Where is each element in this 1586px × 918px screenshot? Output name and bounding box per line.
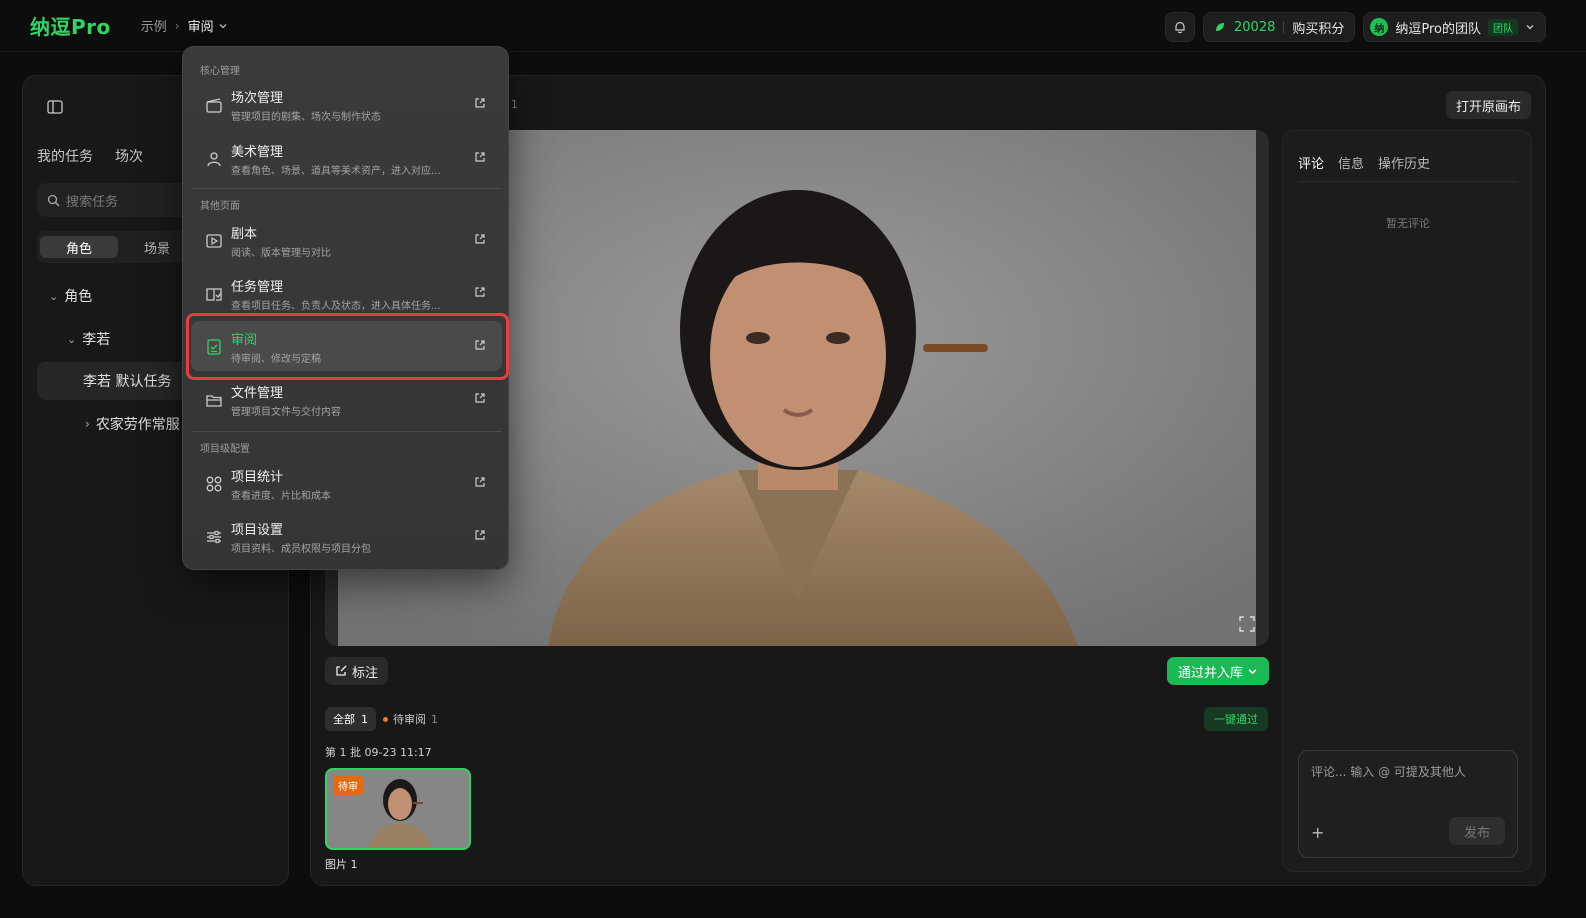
annotate-button[interactable]: 标注 (325, 657, 389, 685)
tree-selected-task[interactable]: 李若 默认任务 (83, 371, 171, 391)
stats-icon (206, 476, 222, 492)
leaf-icon (1216, 23, 1224, 31)
bell-icon (1175, 21, 1185, 34)
buy-points-label: 购买积分 (1292, 21, 1345, 37)
tab-scenes[interactable]: 场次 (115, 146, 143, 166)
pending-dot (383, 716, 388, 722)
user-icon (207, 152, 221, 167)
tree-child[interactable]: › 农家劳作常服 (85, 414, 180, 434)
chevron-down-icon: ⌄ (67, 332, 77, 346)
batch-label: 第 1 批 09-23 11:17 (325, 746, 432, 759)
menu-item-settings[interactable]: 项目设置 项目资料、成员权限与项目分包 (191, 511, 502, 561)
menu-item-scenes[interactable]: 场次管理 管理项目的剧集、场次与制作状态 (191, 79, 502, 129)
search-placeholder: 搜索任务 (66, 194, 119, 210)
left-tabs: 我的任务 场次 (37, 146, 143, 166)
task-icon (206, 288, 222, 301)
external-link-icon (475, 98, 485, 108)
filter-all[interactable]: 全部 1 (325, 707, 376, 731)
top-bar: 纳逗Pro 示例 › 审阅 20028 购买积分 纳 纳逗Pro的团队 团队 (0, 0, 1586, 52)
segment-role[interactable]: 角色 (40, 236, 118, 258)
post-button[interactable]: 发布 (1449, 817, 1505, 845)
section-other: 其他页面 (200, 201, 240, 212)
breadcrumb-root[interactable]: 示例 (141, 16, 167, 35)
points-button[interactable]: 20028 购买积分 (1203, 12, 1356, 42)
menu-item-review[interactable]: 审阅 待审阅、修改与定稿 (191, 321, 502, 371)
image-thumbnail[interactable]: 待审 (325, 768, 471, 850)
sidebar-toggle-icon[interactable] (47, 100, 63, 114)
tab-history[interactable]: 操作历史 (1378, 153, 1430, 172)
comments-panel: 评论 信息 操作历史 暂无评论 评论... 输入 @ 可提及其他人 + 发布 (1282, 130, 1532, 872)
edit-icon (336, 665, 347, 676)
external-link-icon (475, 393, 485, 403)
notification-button[interactable] (1165, 12, 1195, 42)
team-switcher[interactable]: 纳 纳逗Pro的团队 团队 (1363, 12, 1546, 42)
chevron-down-icon: ⌄ (49, 289, 59, 303)
filter-pending[interactable]: 待审阅 1 (383, 707, 438, 731)
approve-all-button[interactable]: 一键通过 (1204, 707, 1268, 731)
open-canvas-button[interactable]: 打开原画布 (1445, 91, 1531, 119)
breadcrumb: 示例 › 审阅 (141, 16, 228, 35)
fullscreen-icon[interactable] (1239, 616, 1255, 632)
approve-and-store-button[interactable]: 通过并入库 (1167, 657, 1269, 685)
clapper-icon (206, 98, 222, 113)
comment-placeholder: 评论... 输入 @ 可提及其他人 (1311, 765, 1466, 779)
menu-item-tasks[interactable]: 任务管理 查看项目任务、负责人及状态，进入具体任务... (191, 268, 502, 318)
review-icon (207, 339, 221, 355)
menu-item-script[interactable]: 剧本 阅读、版本管理与对比 (191, 215, 502, 265)
thumbnail-label: 图片 1 (325, 858, 358, 871)
empty-comments: 暂无评论 (1386, 217, 1430, 230)
team-tag: 团队 (1488, 18, 1518, 36)
external-link-icon (475, 340, 485, 350)
tab-my-tasks[interactable]: 我的任务 (37, 146, 93, 166)
chevron-right-icon: › (85, 417, 90, 431)
tree-person[interactable]: ⌄ 李若 (67, 329, 110, 349)
breadcrumb-current-dropdown[interactable]: 审阅 (188, 16, 228, 35)
points-value: 20028 (1234, 19, 1276, 35)
section-core: 核心管理 (200, 66, 240, 77)
tab-comments[interactable]: 评论 (1298, 153, 1324, 172)
header-count: 1 (511, 98, 518, 111)
external-link-icon (475, 152, 485, 162)
search-icon (47, 194, 60, 206)
app-logo[interactable]: 纳逗Pro (30, 11, 111, 40)
external-link-icon (475, 530, 485, 540)
menu-item-files[interactable]: 文件管理 管理项目文件与交付内容 (191, 374, 502, 424)
team-name: 纳逗Pro的团队 (1395, 21, 1481, 37)
settings-icon (207, 530, 221, 544)
chevron-down-icon (1248, 668, 1257, 674)
comment-input[interactable]: 评论... 输入 @ 可提及其他人 + 发布 (1298, 750, 1518, 858)
section-project-config: 项目级配置 (200, 444, 250, 455)
comments-tabs: 评论 信息 操作历史 (1298, 153, 1430, 172)
pending-badge: 待审 (333, 776, 363, 795)
folder-icon (206, 395, 222, 407)
external-link-icon (475, 234, 485, 244)
external-link-icon (475, 287, 485, 297)
breadcrumb-current-label: 审阅 (187, 20, 214, 35)
chevron-down-icon (219, 23, 227, 28)
tree-group-role[interactable]: ⌄ 角色 (49, 286, 92, 306)
menu-item-stats[interactable]: 项目统计 查看进度、片比和成本 (191, 458, 502, 508)
team-avatar: 纳 (1370, 18, 1389, 36)
chevron-down-icon (1526, 25, 1534, 30)
navigation-dropdown: 核心管理 场次管理 管理项目的剧集、场次与制作状态 美术管理 查看角色、场景、道… (182, 46, 509, 570)
menu-item-art[interactable]: 美术管理 查看角色、场景、道具等美术资产，进入对应... (191, 133, 502, 183)
chevron-right-icon: › (174, 18, 180, 33)
external-link-icon (475, 477, 485, 487)
tab-info[interactable]: 信息 (1338, 153, 1364, 172)
plus-icon[interactable]: + (1311, 823, 1324, 842)
script-icon (206, 234, 222, 248)
